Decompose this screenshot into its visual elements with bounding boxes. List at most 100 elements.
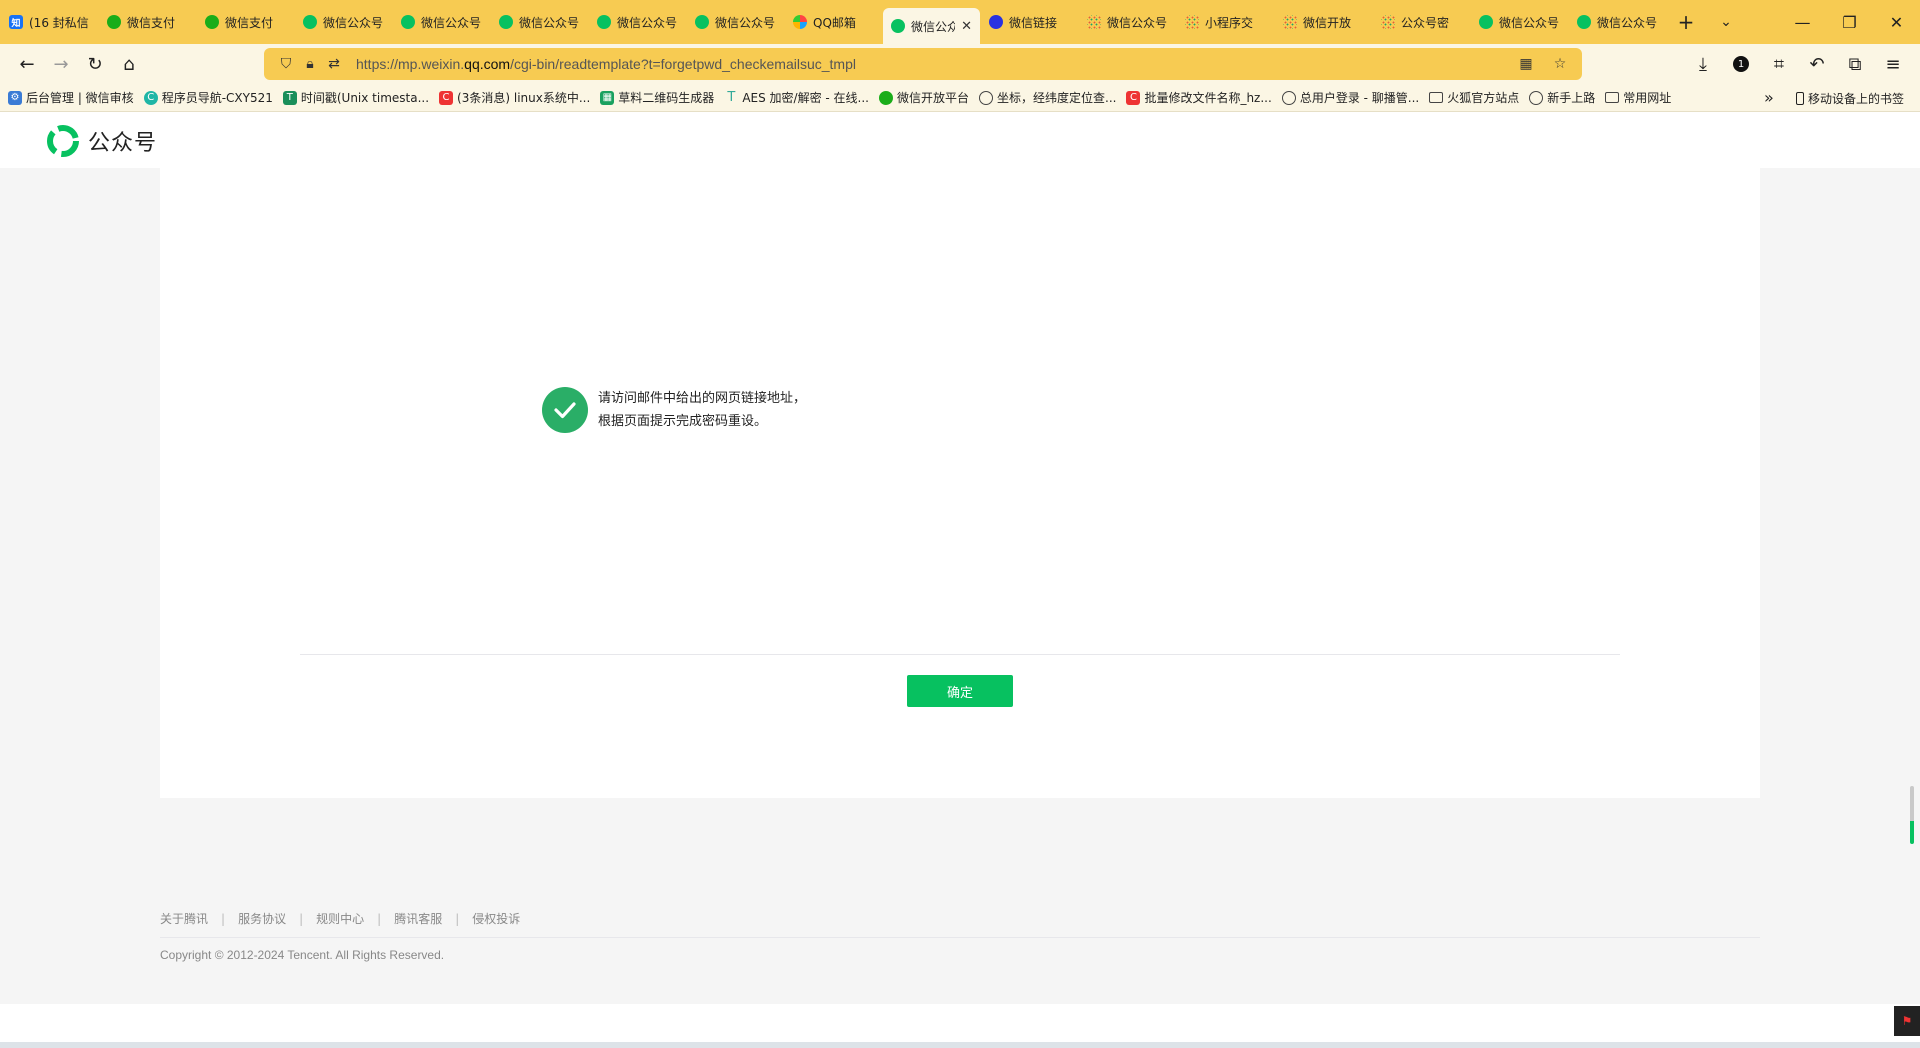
window-controls: — ❐ ✕ [1779,0,1920,44]
bookmark-item[interactable]: C 批量修改文件名称_hz... [1126,89,1272,106]
url-bar[interactable]: ⛉ 🔒︎ ⇄ https://mp.weixin.qq.com/cgi-bin/… [264,48,1582,80]
footer-separator: | [377,911,382,926]
home-icon[interactable]: ⌂ [112,48,146,80]
flag-icon[interactable]: ⚑ [1894,1006,1920,1036]
confirm-button[interactable]: 确定 [907,675,1013,707]
tab-wechat-mp-1[interactable]: 微信公众号 [295,6,392,38]
qr-code-icon[interactable]: ▦ [1514,56,1538,72]
download-icon[interactable]: ⤓ [1686,48,1720,80]
bookmark-item[interactable]: T AES 加密/解密 - 在线... [724,89,869,106]
tab-wechat-mp-3[interactable]: 微信公众号 [491,6,588,38]
bookmark-item[interactable]: ▦ 草料二维码生成器 [600,89,714,106]
bookmark-label: 后台管理 | 微信审核 [26,91,134,105]
undo-icon[interactable]: ↶ [1800,48,1834,80]
tab-wechat-mp-2[interactable]: 微信公众号 [393,6,490,38]
tab-wechat-mp-6[interactable]: 微信公众号 [1471,6,1568,38]
bookmark-item[interactable]: 新手上路 [1529,89,1595,106]
wechat-pay-icon [107,15,121,29]
tab-wechat-mp-5[interactable]: 微信公众号 [687,6,784,38]
star-bookmark-icon[interactable]: ☆ [1548,56,1572,72]
bookmark-item[interactable]: T 时间戳(Unix timesta... [282,89,429,106]
tab-zhihu[interactable]: 知 (16 封私信 [1,6,98,38]
footer-separator: | [221,911,226,926]
folder-icon [1605,92,1620,103]
tab-wechat-mp-7[interactable]: 微信公众号 [1569,6,1666,38]
permissions-icon[interactable]: ⇄ [322,56,346,72]
mp-logo[interactable]: 公众号 [46,124,157,158]
taskbar-edge [0,1042,1920,1048]
minimize-icon[interactable]: — [1779,0,1826,44]
tab-list-chevron-icon[interactable]: ⌄ [1706,6,1746,38]
tab-title: 微信公众号 [1597,15,1658,30]
mobile-bookmarks[interactable]: 移动设备上的书签 [1796,84,1904,112]
tab-grid-1[interactable]: 微信公众号 [1079,6,1176,38]
footer-link-report[interactable]: 侵权投诉 [472,910,520,927]
tab-active-wechat-mp[interactable]: 微信公众 ✕ [883,8,980,44]
bookmark-folder[interactable]: 火狐官方站点 [1429,89,1519,106]
extensions-puzzle-icon[interactable]: ⧉ [1838,48,1872,80]
t-pin-icon: T [727,90,736,105]
new-tab-icon[interactable]: + [1666,6,1706,38]
tab-qqmail[interactable]: QQ邮箱 [785,6,882,38]
bookmark-item[interactable]: 微信开放平台 [878,89,969,106]
extension-badge[interactable]: 1 [1724,48,1758,80]
bookmark-item[interactable]: 总用户登录 - 聊播管... [1281,89,1419,106]
bookmark-item[interactable]: C 程序员导航-CXY521 [143,89,273,106]
tab-grid-2[interactable]: 小程序交 [1177,6,1274,38]
bookmark-folder[interactable]: 常用网址 [1605,89,1671,106]
side-scroll-indicator[interactable] [1910,786,1914,844]
wechat-icon [1577,15,1591,29]
tab-wechat-mp-4[interactable]: 微信公众号 [589,6,686,38]
crop-screenshot-icon[interactable]: ⌗ [1762,48,1796,80]
tab-title: QQ邮箱 [813,15,856,30]
url-text[interactable]: https://mp.weixin.qq.com/cgi-bin/readtem… [356,56,856,72]
footer-link-rules[interactable]: 规则中心 [316,910,364,927]
shield-icon[interactable]: ⛉ [274,56,298,72]
close-tab-icon[interactable]: ✕ [961,19,972,34]
footer-link-about[interactable]: 关于腾讯 [160,910,208,927]
close-window-icon[interactable]: ✕ [1873,0,1920,44]
wechat-icon [401,15,415,29]
bookmark-label: 坐标，经纬度定位查... [997,91,1117,105]
tab-title: 微信公众号 [421,15,482,30]
bookmark-item[interactable]: C (3条消息) linux系统中... [439,89,590,106]
wechat-icon [695,15,709,29]
tab-baidu[interactable]: 微信链接 [981,6,1078,38]
globe-icon [979,90,993,105]
footer-link-support[interactable]: 腾讯客服 [394,910,442,927]
tab-title: 微信公众 [911,19,956,34]
bookmark-item[interactable]: 坐标，经纬度定位查... [979,89,1116,106]
wechat-icon [891,19,905,33]
lock-icon[interactable]: 🔒︎ [298,56,322,72]
nav-bar: ← → ↻ ⌂ ⛉ 🔒︎ ⇄ https://mp.weixin.qq.com/… [0,44,1920,84]
toolbar-actions: ⤓ 1 ⌗ ↶ ⧉ ≡ [1686,48,1910,80]
tab-wechat-pay-2[interactable]: 微信支付 [197,6,294,38]
wechat-icon [1479,15,1493,29]
csdn-icon: C [1126,90,1141,105]
badge-count: 1 [1733,56,1749,72]
menu-icon[interactable]: ≡ [1876,48,1910,80]
wechat-icon [597,15,611,29]
reload-icon[interactable]: ↻ [78,48,112,80]
wechat-mp-logo-icon [47,125,79,157]
t-logo-icon: T [282,90,297,105]
tab-wechat-pay-1[interactable]: 微信支付 [99,6,196,38]
checkmark-icon [542,387,588,433]
back-arrow-icon[interactable]: ← [10,48,44,80]
footer-link-terms[interactable]: 服务协议 [238,910,286,927]
bookmarks-overflow-icon[interactable]: » [1764,88,1774,107]
message-text: 请访问邮件中给出的网页链接地址， 根据页面提示完成密码重设。 [598,387,806,433]
gear-icon: ⚙ [8,90,22,105]
page-header: 公众号 [0,112,1920,168]
tab-title: 微信开放 [1303,15,1352,30]
wechat-icon [499,15,513,29]
tab-grid-3[interactable]: 微信开放 [1275,6,1372,38]
tab-title: 微信公众号 [1107,15,1168,30]
page-bottom [0,1004,1920,1042]
tab-grid-4[interactable]: 公众号密 [1373,6,1470,38]
card-divider [300,654,1620,655]
forward-arrow-icon[interactable]: → [44,48,78,80]
bookmarks-bar: ⚙ 后台管理 | 微信审核 C 程序员导航-CXY521 T 时间戳(Unix tim… [0,84,1920,112]
restore-icon[interactable]: ❐ [1826,0,1873,44]
bookmark-item[interactable]: ⚙ 后台管理 | 微信审核 [8,89,134,106]
